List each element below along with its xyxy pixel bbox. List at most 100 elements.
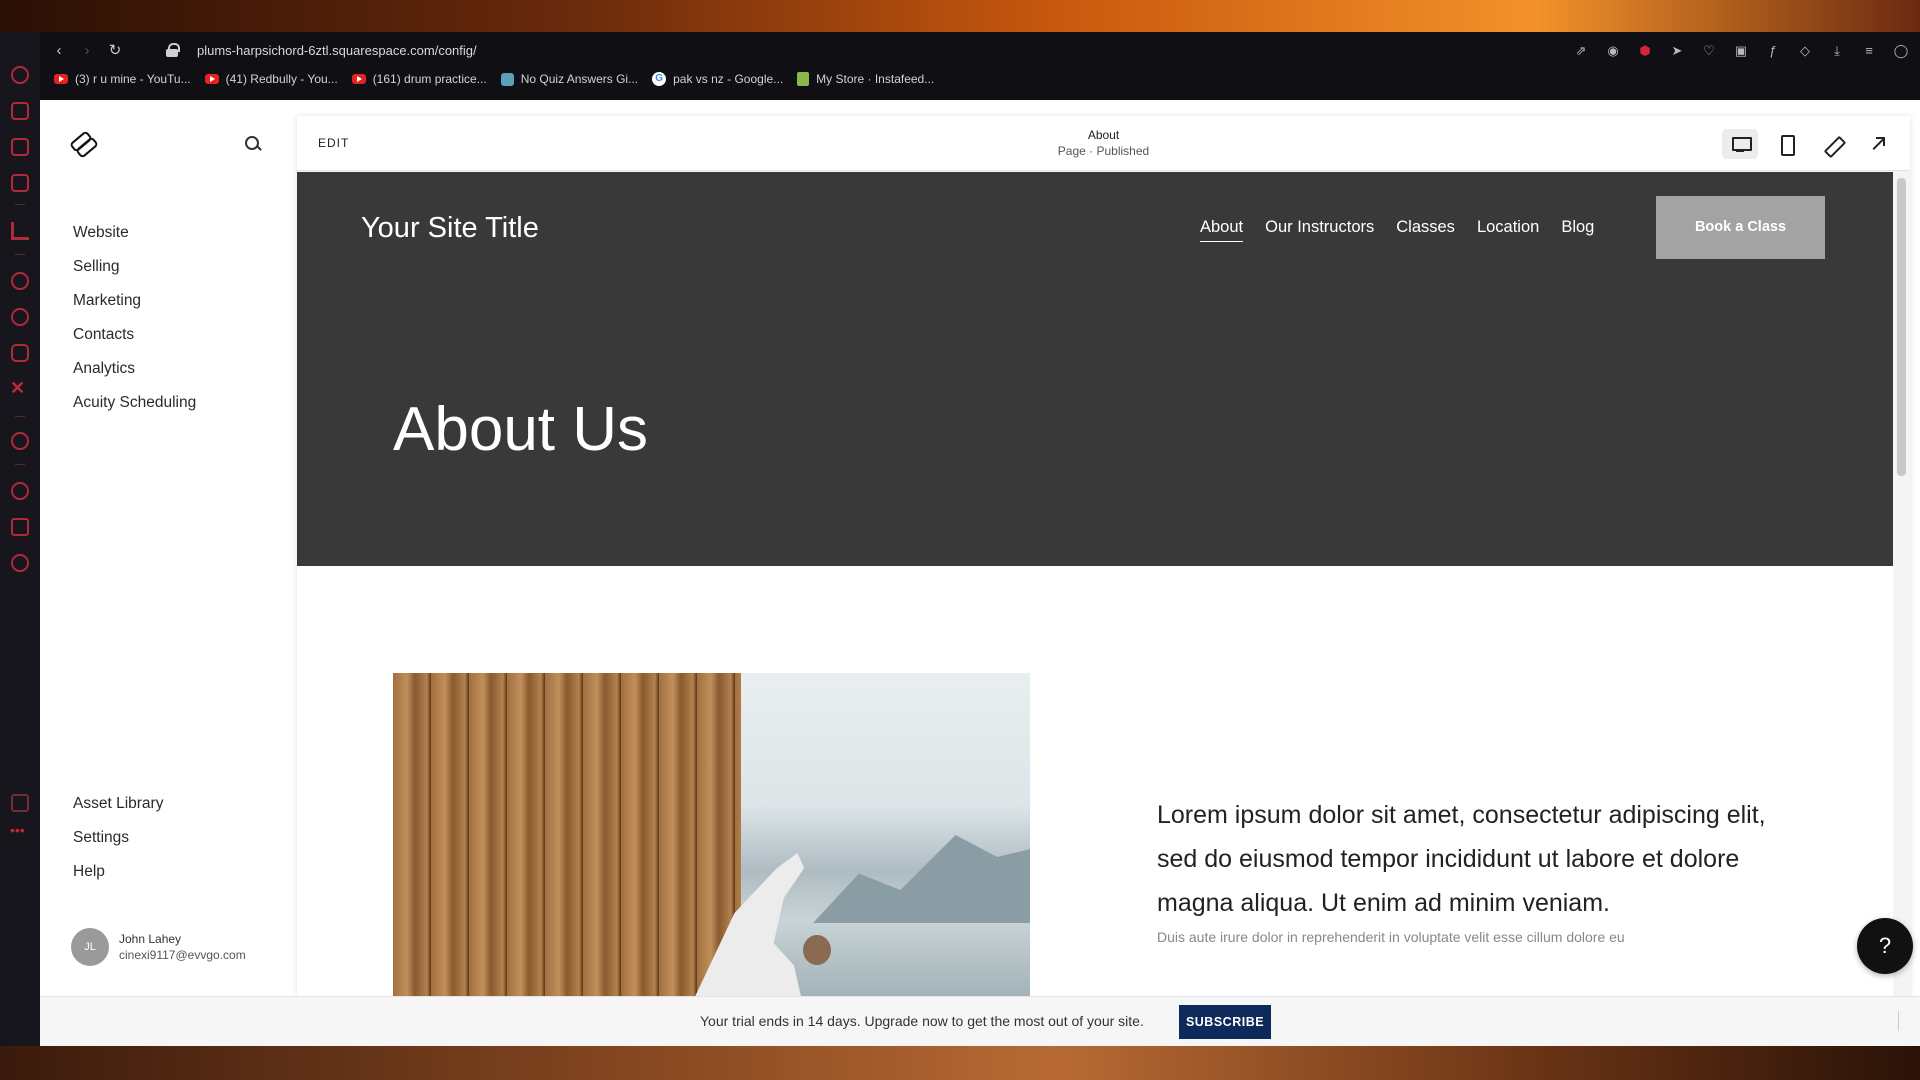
body-text-partial: Duis aute irure dolor in reprehenderit i… — [1157, 929, 1625, 945]
mobile-view-icon[interactable] — [1768, 129, 1804, 159]
sidebar-separator — [15, 254, 25, 255]
share-icon[interactable]: ⇗ — [1570, 41, 1592, 61]
whatsapp-icon[interactable] — [11, 308, 29, 326]
browser-tools: ⇗ ◉ ⬢ ➤ ♡ ▣ ƒ ◇ ⤓ ≡ ◯ — [1570, 41, 1912, 61]
search-icon[interactable] — [244, 135, 262, 153]
snapshot-icon[interactable]: ◉ — [1602, 41, 1624, 61]
squarespace-app: Website Selling Marketing Contacts Analy… — [40, 100, 1920, 1046]
main-navigation: Website Selling Marketing Contacts Analy… — [73, 223, 196, 427]
yoga-photo — [393, 673, 1030, 996]
bookmark-item[interactable]: No Quiz Answers Gi... — [500, 72, 638, 86]
nav-item-settings[interactable]: Settings — [73, 828, 163, 862]
youtube-icon — [351, 74, 366, 84]
send-icon[interactable]: ➤ — [1666, 41, 1688, 61]
wallet-icon[interactable] — [11, 174, 29, 192]
page-status: Page · Published — [1057, 144, 1150, 158]
nav-item-website[interactable]: Website — [73, 223, 196, 257]
site-preview: Your Site Title About Our Instructors Cl… — [297, 172, 1893, 996]
nav-item-asset-library[interactable]: Asset Library — [73, 794, 163, 828]
site-styles-icon[interactable] — [1814, 129, 1850, 159]
user-name: John Lahey — [119, 932, 182, 946]
bookmark-item[interactable]: (41) Redbully - You... — [204, 72, 338, 86]
player-icon[interactable] — [11, 432, 29, 450]
history-icon[interactable] — [11, 482, 29, 500]
preview-scrollbar[interactable] — [1893, 172, 1910, 996]
google-icon: G — [652, 72, 667, 86]
aria-icon[interactable] — [11, 222, 29, 240]
more-icon[interactable]: ••• — [10, 822, 25, 838]
sidebar-separator — [15, 416, 25, 417]
wood-wall — [393, 673, 741, 996]
sidebar-separator — [15, 464, 25, 465]
account-icon[interactable]: ◯ — [1890, 41, 1912, 61]
editor-toolbar: EDIT About Page · Published — [297, 116, 1910, 171]
back-icon[interactable]: ‹ — [49, 41, 69, 61]
user-email: cinexi9117@evvgo.com — [119, 948, 246, 962]
download-icon[interactable]: ⤓ — [1826, 41, 1848, 61]
book-a-class-button[interactable]: Book a Class — [1656, 196, 1825, 259]
about-heading: About Us — [393, 395, 649, 464]
person-head — [803, 935, 831, 965]
profile-extension-icon[interactable]: ▣ — [1730, 41, 1752, 61]
nav-item-marketing[interactable]: Marketing — [73, 291, 196, 325]
desktop-background-bottom — [0, 1046, 1920, 1080]
open-site-icon[interactable] — [1860, 129, 1896, 159]
bookmarks-bar: (3) r u mine - YouTu... (41) Redbully - … — [54, 72, 934, 86]
secondary-navigation: Asset Library Settings Help — [73, 794, 163, 896]
settings-icon[interactable] — [11, 554, 29, 572]
speed-dial-icon[interactable] — [11, 66, 29, 84]
heart-icon[interactable]: ♡ — [1698, 41, 1720, 61]
bookmark-item[interactable]: (3) r u mine - YouTu... — [54, 72, 191, 86]
quiz-icon — [500, 72, 514, 86]
youtube-icon — [54, 74, 68, 84]
shopify-icon — [797, 72, 810, 86]
messenger-icon[interactable] — [11, 272, 29, 290]
site-nav-our-instructors[interactable]: Our Instructors — [1265, 218, 1374, 242]
site-navigation: About Our Instructors Classes Location B… — [1200, 218, 1594, 242]
user-profile[interactable]: JL John Lahey cinexi9117@evvgo.com — [71, 928, 246, 966]
box-icon[interactable]: ◇ — [1794, 41, 1816, 61]
nav-item-acuity-scheduling[interactable]: Acuity Scheduling — [73, 393, 196, 427]
instagram-icon[interactable] — [11, 344, 29, 362]
site-nav-location[interactable]: Location — [1477, 218, 1539, 242]
help-button[interactable]: ? — [1857, 918, 1913, 974]
page-editor: EDIT About Page · Published Your Site Ti… — [297, 116, 1910, 996]
nav-item-selling[interactable]: Selling — [73, 257, 196, 291]
twitch-icon[interactable] — [11, 138, 29, 156]
lock-icon — [166, 43, 180, 57]
panel-toggle-icon[interactable] — [1898, 1011, 1914, 1031]
nav-item-help[interactable]: Help — [73, 862, 163, 896]
adblock-icon[interactable]: ⬢ — [1634, 41, 1656, 61]
address-bar[interactable]: plums-harpsichord-6ztl.squarespace.com/c… — [197, 43, 477, 58]
browser-window: ✕ ••• ‹ › ↻ plums-harpsichord-6ztl.squar… — [0, 32, 1920, 1046]
desktop-view-icon[interactable] — [1722, 129, 1758, 159]
x-twitter-icon[interactable]: ✕ — [10, 378, 25, 399]
avatar: JL — [71, 928, 109, 966]
bookmark-item[interactable]: My Store · Instafeed... — [797, 72, 934, 86]
site-nav-blog[interactable]: Blog — [1561, 218, 1594, 242]
bookmark-item[interactable]: Gpak vs nz - Google... — [652, 72, 783, 86]
browser-toolbar: ‹ › ↻ plums-harpsichord-6ztl.squarespace… — [40, 32, 1920, 100]
menu-icon[interactable]: ≡ — [1858, 41, 1880, 61]
extensions-icon[interactable] — [11, 518, 29, 536]
reload-icon[interactable]: ↻ — [105, 41, 125, 61]
shopping-icon[interactable] — [11, 102, 29, 120]
bookmark-item[interactable]: (161) drum practice... — [351, 72, 487, 86]
body-text: Lorem ipsum dolor sit amet, consectetur … — [1157, 801, 1766, 917]
site-nav-about[interactable]: About — [1200, 218, 1244, 242]
formula-extension-icon[interactable]: ƒ — [1762, 41, 1784, 61]
site-title[interactable]: Your Site Title — [361, 212, 539, 245]
opera-sidebar: ✕ ••• — [0, 32, 40, 1046]
hero-section: Your Site Title About Our Instructors Cl… — [297, 172, 1893, 566]
nav-item-contacts[interactable]: Contacts — [73, 325, 196, 359]
desktop-background-top — [0, 0, 1920, 32]
scrollbar-thumb[interactable] — [1897, 178, 1906, 476]
trial-banner: Your trial ends in 14 days. Upgrade now … — [40, 996, 1920, 1046]
sidebar-setup-icon[interactable] — [11, 794, 29, 812]
subscribe-button[interactable]: SUBSCRIBE — [1179, 1005, 1271, 1039]
site-nav-classes[interactable]: Classes — [1396, 218, 1455, 242]
nav-item-analytics[interactable]: Analytics — [73, 359, 196, 393]
squarespace-logo-icon[interactable] — [70, 133, 94, 153]
youtube-icon — [204, 74, 219, 84]
forward-icon[interactable]: › — [77, 41, 97, 61]
